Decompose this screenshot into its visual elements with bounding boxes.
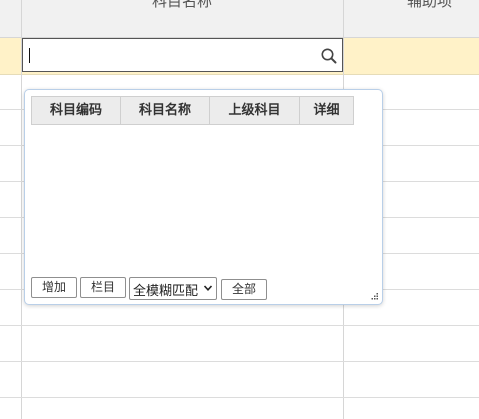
lookup-column-subject-name[interactable]: 科目名称 <box>120 96 210 125</box>
column-header-auxiliary[interactable]: 辅助项 <box>407 0 452 11</box>
grid-header: 科目名称 辅助项 <box>0 0 479 38</box>
column-header-subject-name[interactable]: 科目名称 <box>152 0 212 11</box>
match-mode-value: 全模糊匹配 <box>133 284 199 299</box>
lookup-column-subject-code[interactable]: 科目编码 <box>31 96 121 125</box>
search-icon[interactable] <box>320 47 338 65</box>
text-caret <box>29 48 30 63</box>
chevron-down-icon <box>203 285 213 291</box>
subject-lookup-dropdown: 科目编码 科目名称 上级科目 详细 增加 栏目 全模糊匹配 全部 <box>24 89 383 305</box>
columns-button[interactable]: 栏目 <box>80 277 126 298</box>
grid-row-divider <box>0 397 479 398</box>
lookup-column-parent-subject[interactable]: 上级科目 <box>209 96 300 125</box>
lookup-column-detail[interactable]: 详细 <box>299 96 354 125</box>
subject-search-input[interactable] <box>27 42 319 68</box>
grid-row-divider <box>0 325 479 326</box>
subject-search-field[interactable] <box>22 38 343 72</box>
add-button[interactable]: 增加 <box>31 277 77 298</box>
resize-grip-icon[interactable] <box>371 292 379 300</box>
show-all-button[interactable]: 全部 <box>221 279 267 300</box>
grid-row-divider <box>0 361 479 362</box>
match-mode-select[interactable]: 全模糊匹配 <box>129 277 217 300</box>
